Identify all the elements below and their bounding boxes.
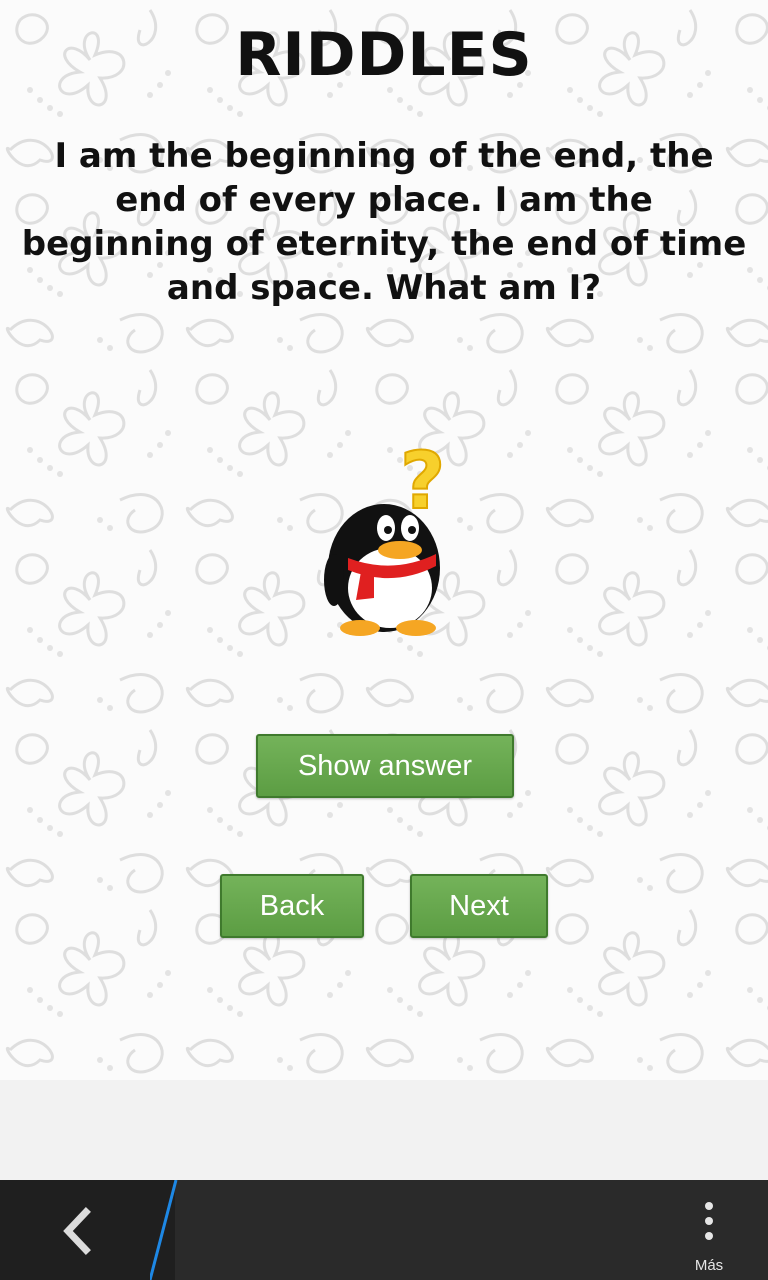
back-button[interactable]: Back [220,874,364,938]
chevron-left-icon [63,1207,91,1255]
page-title: RIDDLES [235,20,533,90]
divider-line [150,1180,178,1280]
thinking-penguin-icon: ? [324,440,446,636]
show-answer-button[interactable]: Show answer [256,734,514,798]
main-content: RIDDLES I am the beginning of the end, t… [0,0,768,1080]
nav-back-button[interactable] [0,1180,175,1280]
bottom-navigation-bar: Más [0,1180,768,1280]
riddle-text: I am the beginning of the end, the end o… [21,136,747,308]
more-label: Más [694,1257,724,1274]
next-button[interactable]: Next [410,874,548,938]
more-vertical-icon [705,1202,713,1240]
